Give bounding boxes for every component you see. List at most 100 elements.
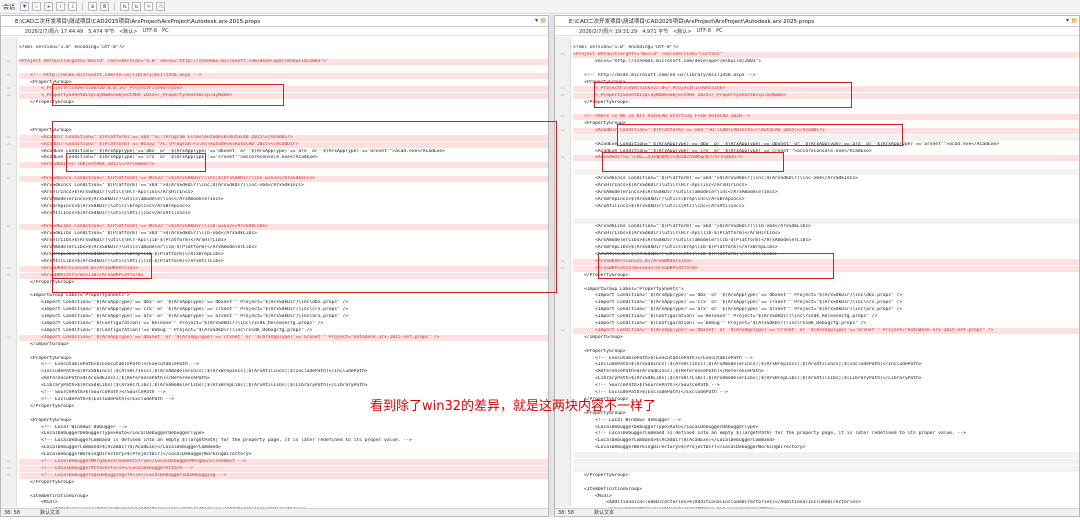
code-line: <PropertyGroup> <box>573 120 626 126</box>
code-line: <PropertyGroup> <box>19 127 72 133</box>
diff-arrow-icon[interactable]: ⇨ <box>558 258 567 264</box>
diff-arrow-icon[interactable]: ⇨ <box>558 155 567 161</box>
right-path-field[interactable]: E:\CAD二次开发项目\测试项目\CAD2025项目\ArxProject\A… <box>555 16 1079 27</box>
diff-arrow-icon[interactable]: ⇨ <box>4 58 13 64</box>
diff-arrow-icon[interactable]: ⇨ <box>558 127 567 133</box>
left-file-eol: PC <box>162 28 169 34</box>
diff-line: <ArxSdkDir>E:\CAD二次开发资料\CAD2025SDK安装</Ar… <box>573 155 1079 162</box>
diff-arrow-icon[interactable]: ⇨ <box>4 465 13 471</box>
diff-arrow-icon[interactable]: ⇨ <box>4 224 13 230</box>
right-file-encoding: UTF-8 <box>696 28 712 34</box>
diff-arrow-icon[interactable]: ⇨ <box>4 141 13 147</box>
forward-arrow-icon[interactable]: ☆ <box>32 2 42 11</box>
code-line: <!-- SourcePath>$(SourcePath)</SourcePat… <box>573 383 720 389</box>
back-arrow-icon[interactable]: ▼ <box>20 2 30 11</box>
copy-icon[interactable]: ❐ <box>156 2 166 11</box>
code-line: <LocalDebuggerDebuggerType>Auto</LocalDe… <box>19 431 205 437</box>
code-line: <ArxSdkIncs Condition="'$(Platform)'=='x… <box>573 176 858 182</box>
diff-arrow-icon[interactable]: ⇨ <box>558 93 567 99</box>
annotation-text: 看到除了win32的差异，就是这两块内容不一样了 <box>370 399 657 414</box>
code-line: <PropertyGroup> <box>19 79 72 85</box>
code-line: <LocalDebuggerCommand>$(AcadDir)$(AcadEx… <box>573 438 775 444</box>
swap-icon[interactable]: ⇆ <box>120 2 130 11</box>
code-line: <LocalDebuggerCommand>$(AcadDir)$(AcadEx… <box>19 445 221 451</box>
down-arrow-icon[interactable]: ⇩ <box>68 2 78 11</box>
star-icon[interactable]: ★ <box>44 2 54 11</box>
code-line: <Import Condition="'$(ArxAppType)'=='dbx… <box>573 293 903 299</box>
up-arrow-icon[interactable]: ⇧ <box>56 2 66 11</box>
diff-arrow-icon[interactable]: ⇨ <box>4 272 13 278</box>
right-status-bar: 38: 58 默认文本 <box>555 508 1079 516</box>
diff-line: <Import Condition="'$(ArxAppType)'=='dbx… <box>19 334 548 341</box>
left-code-view[interactable]: ⇨ ⇨ ⇨ ⇨ ⇨ ⇨ ⇨ ⇨ ⇨ ⇨ ⇨ ⇨ ⇨ ⇨ ⇨ <?xml version="1.0" enco… <box>1 37 548 516</box>
code-line: <ArxHlrLibs>$(ArxSdkDir)\utils\Hlr-Api\l… <box>19 238 227 244</box>
code-line: <!-- ExecutablePath>$(ExecutablePath)</E… <box>573 355 753 361</box>
diff-arrow-icon[interactable]: ⇨ <box>4 472 13 478</box>
code-line: <Import Condition="'$(ArxAppType)'=='crx… <box>19 307 349 313</box>
code-line: <!-- LocalDebuggerCommand is defined int… <box>573 431 966 437</box>
diff-arrow-icon[interactable]: ⇨ <box>4 265 13 271</box>
diff-line: <Project DefaultTargets="Build" ToolsVer… <box>19 58 548 65</box>
code-line: <ImportGroup Label="PropertySheets"> <box>19 293 130 299</box>
code-line: <PropertyGroup> <box>573 79 626 85</box>
diff-arrow-icon[interactable]: ⇨ <box>558 327 567 333</box>
left-file-size: 5,474 字节 <box>88 28 115 35</box>
diff-arrow-icon[interactable]: ⇨ <box>4 162 13 168</box>
code-line: </PropertyGroup> <box>573 100 629 106</box>
left-cursor-position: 38: 58 <box>4 509 20 516</box>
code-line: <ItemDefinitionGroup> <box>19 493 89 499</box>
session-menu[interactable]: 会话 <box>3 2 15 11</box>
diff-arrow-icon[interactable]: ⇨ <box>558 86 567 92</box>
diff-arrow-icon[interactable]: ⇨ <box>4 72 13 78</box>
edit-icon[interactable]: ✎ <box>144 2 154 11</box>
first-diff-icon[interactable]: ≡ <box>88 2 98 11</box>
refresh-icon[interactable]: ↻ <box>132 2 142 11</box>
diff-arrow-icon[interactable]: ⇨ <box>558 265 567 271</box>
left-pane: E:\CAD二次开发项目\测试项目\CAD2015项目\ArxProject\A… <box>0 15 549 517</box>
diff-line: <_ProjectFileVersion>20.0.0.1</_ProjectF… <box>19 86 548 93</box>
code-line: <AcadExe Condition="'$(ArxAppType)'=='cr… <box>573 148 872 154</box>
last-diff-icon[interactable]: ≣ <box>100 2 110 11</box>
code-line: <ArxSdkLibs Condition="'$(Platform)'=='x… <box>573 224 811 230</box>
code-line: <ArxAmodelerLibs>$(ArxSdkDir)\utils\amod… <box>573 238 811 244</box>
left-path-field[interactable]: E:\CAD二次开发项目\测试项目\CAD2015项目\ArxProject\A… <box>1 16 548 27</box>
code-line: <ArxBrepLibs>$(ArxSdkDir)\utils\brep\lib… <box>573 245 778 251</box>
diff-arrow-icon[interactable]: ⇨ <box>558 114 567 120</box>
right-code-view[interactable]: ⇨ ⇨ ⇨ ⇨ ⇨ ⇨ ⇨ ⇨ ⇨ <?xml version="1.0" encoding="… <box>555 37 1079 516</box>
code-line: <ArxHlrIncs>$(ArxSdkDir)\utils\Hlr-Api\i… <box>19 189 194 195</box>
diff-line: <AcadDir Condition="'$(Platform)'=='x64'… <box>19 134 548 141</box>
code-line <box>573 134 1079 141</box>
folder-icon[interactable]: ▤ <box>1071 17 1077 24</box>
right-cursor-position: 38: 58 <box>558 509 574 516</box>
diff-arrow-icon[interactable]: ⇨ <box>4 134 13 140</box>
code-line: </PropertyGroup> <box>19 279 75 285</box>
code-line: <LocalDebuggerDebuggerType>Auto</LocalDe… <box>573 424 759 430</box>
diff-line: <_ProjectFileVersion>25.0</_ProjectFileV… <box>573 86 1079 93</box>
chevron-down-icon[interactable]: ▾ <box>1066 17 1069 24</box>
right-file-info: 2026/2/7/周六 19:31:29 4,971 字节 <默认> UTF-8… <box>555 27 1079 36</box>
diff-arrow-icon[interactable]: ⇨ <box>4 459 13 465</box>
diff-arrow-icon[interactable]: ⇨ <box>4 86 13 92</box>
chevron-down-icon[interactable]: ▾ <box>535 17 538 24</box>
code-line: <Import Condition="'$(Configuration)'=='… <box>573 314 878 320</box>
code-line: <?xml version="1.0" encoding="utf-8"?> <box>573 45 679 50</box>
diff-arrow-icon[interactable]: ⇨ <box>4 93 13 99</box>
left-gutter: ⇨ ⇨ ⇨ ⇨ ⇨ ⇨ ⇨ ⇨ ⇨ ⇨ ⇨ ⇨ ⇨ ⇨ ⇨ <box>1 37 17 507</box>
diff-arrow-icon[interactable]: ⇨ <box>4 334 13 340</box>
toolbar-separator <box>114 2 116 11</box>
code-line: <ArxAtilIncs>$(ArxSdkDir)\utils\Atil\inc… <box>573 203 745 209</box>
right-file-eol: PC <box>716 28 723 34</box>
code-line: <ArxSdkIncs Condition="'$(Platform)'=='x… <box>19 183 304 188</box>
folder-icon[interactable]: ▤ <box>540 17 546 24</box>
diff-arrow-icon[interactable]: ⇨ <box>4 176 13 182</box>
left-file-encoding: UTF-8 <box>142 28 158 34</box>
diff-line: <ArxSDKPlatform>v143</ArxSDKPlatform> <box>573 265 1079 272</box>
code-line: <!-- http://msdn.microsoft.com/en-us/lib… <box>573 72 756 78</box>
code-line: <ArxBrepIncs>$(ArxSdkDir)\utils\brep\inc… <box>573 196 745 202</box>
diff-arrow-icon[interactable]: ⇨ <box>558 51 567 57</box>
code-line: <Import Condition="'$(ArxAppType)'=='crx… <box>573 300 903 306</box>
